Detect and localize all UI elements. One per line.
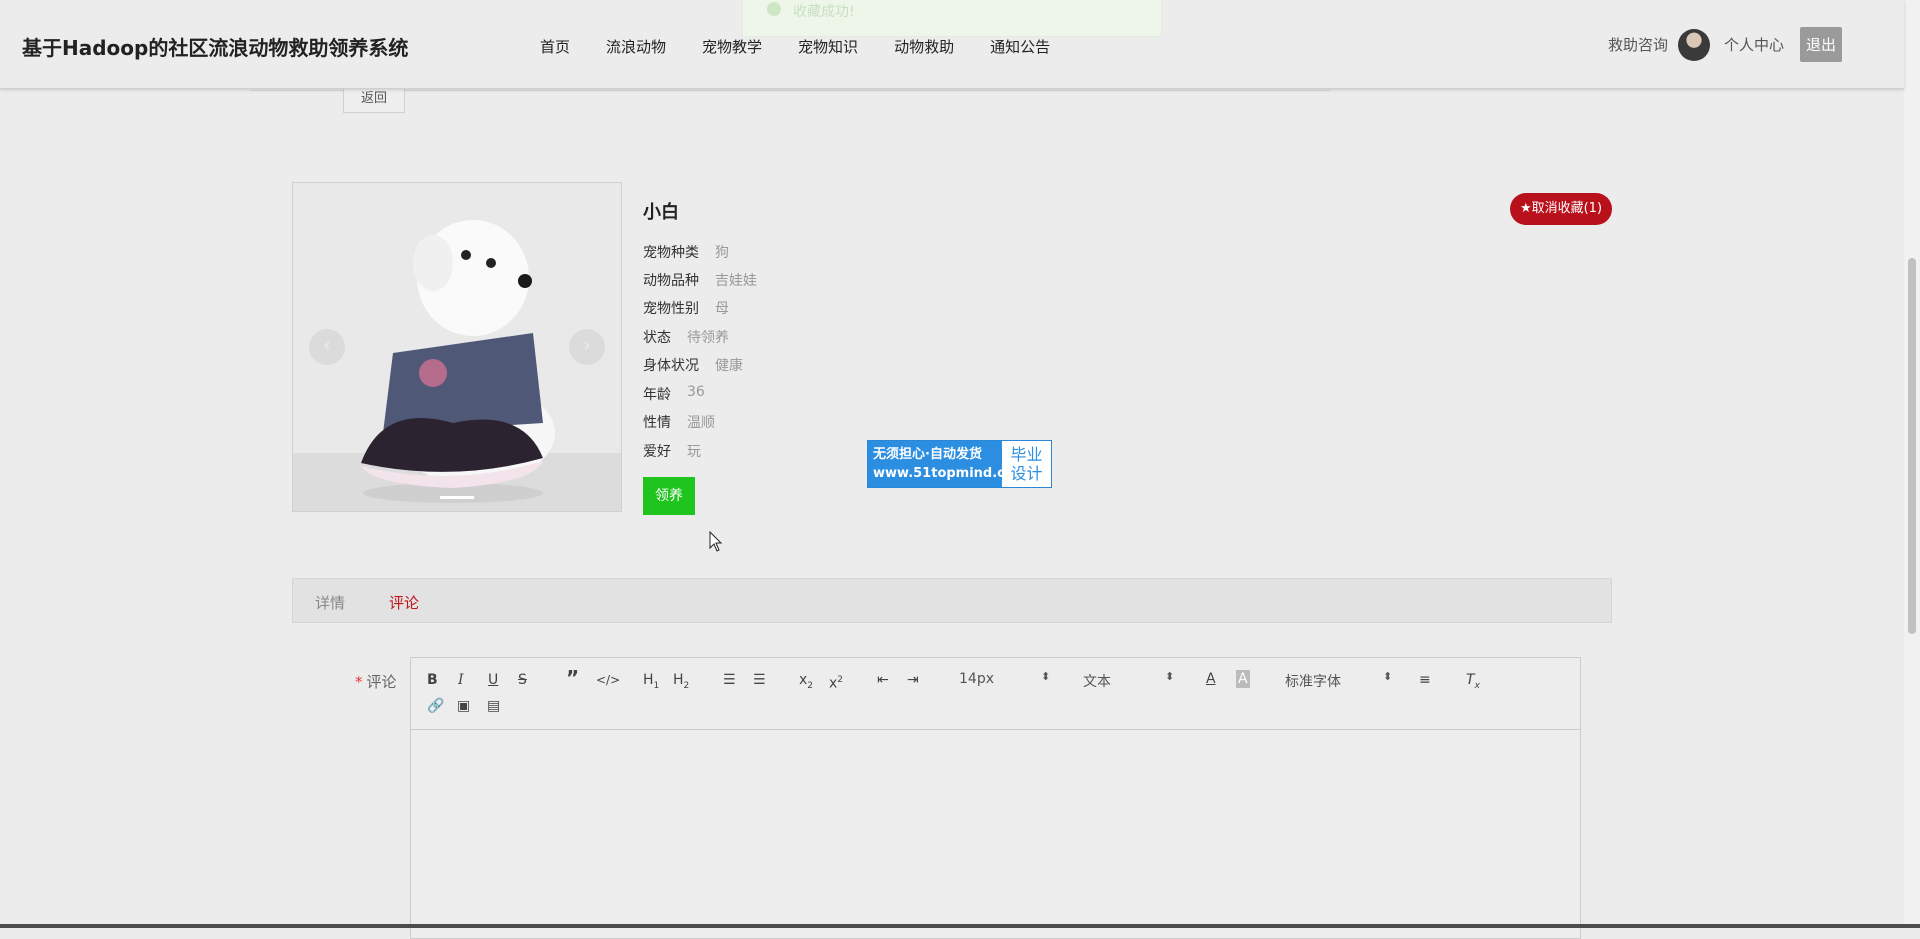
attr-key: 状态 <box>643 330 671 346</box>
outdent-icon[interactable]: ⇤ <box>877 671 889 689</box>
ad-left: 无须担心·自动发货 www.51topmind.com <box>868 441 1028 487</box>
comment-label-text: 评论 <box>366 673 397 691</box>
attr-value: 玩 <box>687 444 701 460</box>
superscript-icon[interactable]: x2 <box>829 671 843 693</box>
mouse-cursor-icon <box>709 531 723 552</box>
attr-key: 宠物性别 <box>643 301 699 317</box>
ad-right1: 毕业 <box>1010 445 1043 464</box>
attr-row: 动物品种 吉娃娃 <box>643 270 757 290</box>
attr-row: 状态 待领养 <box>643 327 729 347</box>
link-icon[interactable]: 🔗 <box>427 697 444 715</box>
attr-value: 吉娃娃 <box>715 273 757 289</box>
attr-row: 宠物性别母 <box>643 298 729 318</box>
attr-key: 性情 <box>643 415 671 431</box>
required-marker: * <box>355 673 363 691</box>
main-nav: 首页 流浪动物 宠物教学 宠物知识 动物救助 通知公告 <box>540 36 1086 57</box>
attr-key: 宠物种类 <box>643 245 699 261</box>
check-icon <box>767 2 781 16</box>
ad-right: 毕业 设计 <box>1002 441 1051 487</box>
chevron-updown-icon: ⬍ <box>1041 670 1051 683</box>
font-family-value: 标准字体 <box>1285 674 1341 690</box>
attr-key: 动物品种 <box>643 273 699 289</box>
chevron-updown-icon: ⬍ <box>1165 670 1175 683</box>
pet-image-carousel[interactable]: ‹ › <box>292 182 622 512</box>
tab-details[interactable]: 详情 <box>315 592 345 613</box>
comment-label: * 评论 <box>355 671 397 692</box>
video-icon[interactable]: ▤ <box>487 697 500 715</box>
subscript-icon[interactable]: x2 <box>799 671 813 695</box>
clear-format-icon[interactable]: Tx <box>1466 671 1480 695</box>
comment-editor: B I U S ” </> H1 H2 ☰ ☰ x2 x2 ⇤ ⇥ 14px ⬍ … <box>410 657 1581 939</box>
paragraph-select[interactable]: 文本 ⬍ <box>1083 670 1174 691</box>
pet-name: 小白 <box>643 202 679 223</box>
attr-row: 身体状况 健康 <box>643 355 743 375</box>
attr-value: 温顺 <box>687 415 715 431</box>
profile-link[interactable]: 个人中心 <box>1724 34 1784 55</box>
carousel-indicator[interactable] <box>440 496 474 499</box>
page-scrollbar[interactable] <box>1904 0 1920 928</box>
attr-row: 性情 温顺 <box>643 412 715 432</box>
bottom-strip <box>0 924 1920 928</box>
attr-key: 身体状况 <box>643 358 699 374</box>
attr-value: 待领养 <box>687 330 729 346</box>
ad-line1: 无须担心·自动发货 <box>873 447 982 462</box>
success-toast: 收藏成功! <box>742 0 1162 37</box>
paragraph-value: 文本 <box>1083 674 1111 690</box>
strikethrough-icon[interactable]: S <box>518 671 527 689</box>
blockquote-icon[interactable]: ” <box>566 668 579 688</box>
logout-button[interactable]: 退出 <box>1799 27 1842 62</box>
attr-value: 健康 <box>715 358 743 374</box>
header-user-area: 救助咨询 个人中心 退出 <box>1608 27 1842 62</box>
divider <box>250 90 1330 91</box>
attr-key: 年龄 <box>643 387 671 403</box>
toast-message: 收藏成功! <box>793 4 855 20</box>
detail-tabs: 详情 评论 <box>292 578 1612 623</box>
carousel-next-button[interactable]: › <box>569 329 605 365</box>
italic-icon[interactable]: I <box>458 671 464 689</box>
attr-value: 狗 <box>715 245 729 261</box>
font-family-select[interactable]: 标准字体 ⬍ <box>1285 670 1392 691</box>
unfavorite-button[interactable]: ★取消收藏(1) <box>1510 193 1612 225</box>
attr-value: 36 <box>687 384 705 400</box>
nav-item-animal-rescue[interactable]: 动物救助 <box>894 36 954 57</box>
ordered-list-icon[interactable]: ☰ <box>723 671 736 689</box>
ad-banner[interactable]: 无须担心·自动发货 www.51topmind.com 毕业 设计 <box>867 440 1052 488</box>
tab-comments[interactable]: 评论 <box>389 592 419 613</box>
ad-line2: www.51topmind.com <box>873 466 1028 481</box>
rescue-consult-link[interactable]: 救助咨询 <box>1608 34 1668 55</box>
attr-row: 宠物种类狗 <box>643 242 729 262</box>
attr-key: 爱好 <box>643 444 671 460</box>
font-size-select[interactable]: 14px ⬍ <box>959 670 1050 687</box>
bullet-list-icon[interactable]: ☰ <box>753 671 766 689</box>
adopt-button[interactable]: 领养 <box>643 477 695 515</box>
code-block-icon[interactable]: </> <box>596 671 620 689</box>
back-button[interactable]: 返回 <box>343 88 405 113</box>
nav-item-pet-teaching[interactable]: 宠物教学 <box>702 36 762 57</box>
nav-item-stray-animals[interactable]: 流浪动物 <box>606 36 666 57</box>
bold-icon[interactable]: B <box>427 671 438 689</box>
editor-content-area[interactable] <box>411 730 1580 938</box>
image-icon[interactable]: ▣ <box>457 697 470 715</box>
attr-row: 年龄 36 <box>643 384 705 404</box>
align-icon[interactable]: ≡ <box>1419 671 1431 689</box>
ad-right2: 设计 <box>1010 464 1043 483</box>
indent-icon[interactable]: ⇥ <box>907 671 919 689</box>
font-color-icon[interactable]: A <box>1206 670 1216 688</box>
nav-item-pet-knowledge[interactable]: 宠物知识 <box>798 36 858 57</box>
background-color-icon[interactable]: A <box>1236 670 1250 688</box>
attr-value: 母 <box>715 301 729 317</box>
editor-toolbar: B I U S ” </> H1 H2 ☰ ☰ x2 x2 ⇤ ⇥ 14px ⬍ … <box>411 658 1580 730</box>
scrollbar-thumb[interactable] <box>1908 258 1916 634</box>
heading1-icon[interactable]: H1 <box>643 671 659 695</box>
site-title: 基于Hadoop的社区流浪动物救助领养系统 <box>22 36 409 60</box>
attr-row: 爱好玩 <box>643 441 701 461</box>
chevron-updown-icon: ⬍ <box>1383 670 1393 683</box>
underline-icon[interactable]: U <box>488 671 498 689</box>
nav-item-notices[interactable]: 通知公告 <box>990 36 1050 57</box>
carousel-prev-button[interactable]: ‹ <box>309 329 345 365</box>
nav-item-home[interactable]: 首页 <box>540 36 570 57</box>
avatar[interactable] <box>1677 28 1710 61</box>
font-size-value: 14px <box>959 671 994 687</box>
heading2-icon[interactable]: H2 <box>673 671 689 695</box>
